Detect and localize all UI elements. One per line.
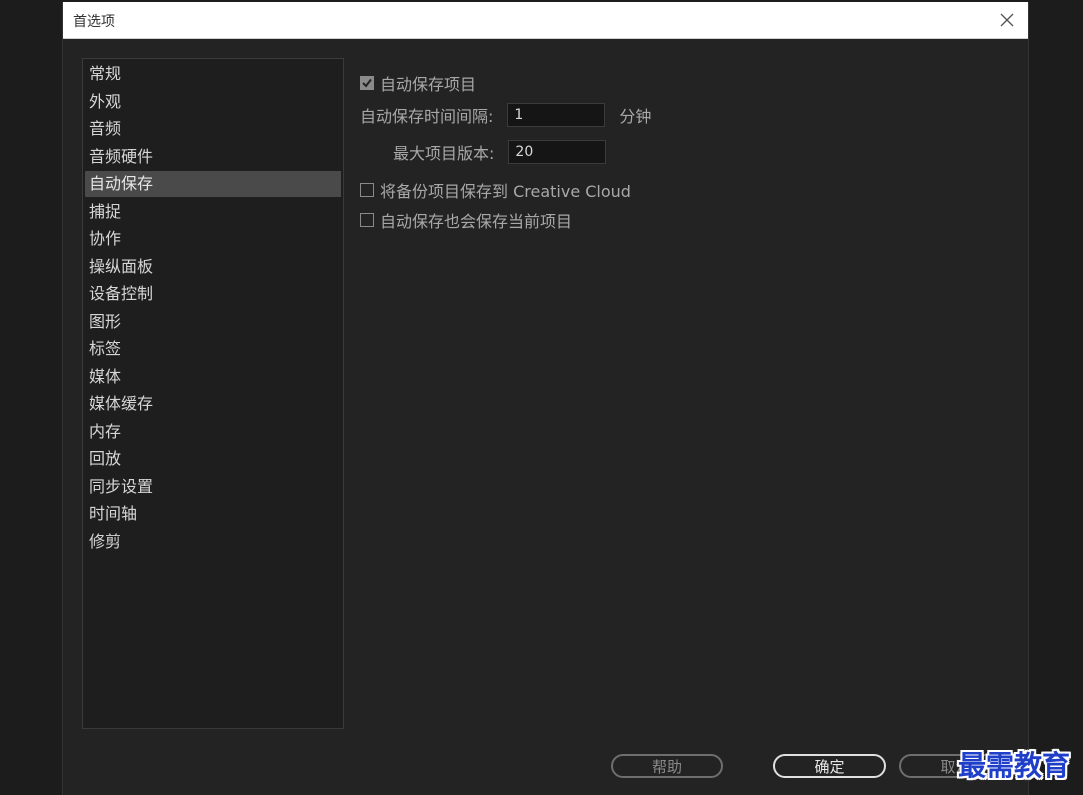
max-versions-row: 最大项目版本: — [393, 140, 607, 164]
sidebar-item-capture[interactable]: 捕捉 — [85, 199, 341, 225]
preferences-dialog: 首选项 常规 外观 音频 音频硬件 自动保存 捕捉 协作 操纵面板 设备控制 图… — [62, 2, 1029, 795]
sidebar-item-labels[interactable]: 标签 — [85, 336, 341, 362]
sidebar-item-graphics[interactable]: 图形 — [85, 309, 341, 335]
sidebar-item-playback[interactable]: 回放 — [85, 446, 341, 472]
sidebar-item-memory[interactable]: 内存 — [85, 419, 341, 445]
sidebar-item-sync-settings[interactable]: 同步设置 — [85, 474, 341, 500]
backup-to-cloud-label: 将备份项目保存到 Creative Cloud — [380, 182, 631, 201]
autosave-projects-label: 自动保存项目 — [380, 75, 477, 94]
save-current-project-checkbox[interactable] — [360, 213, 374, 227]
checkmark-icon — [362, 78, 372, 88]
autosave-settings-panel: 自动保存项目 自动保存时间间隔: 分钟 最大项目版本: 将备份项目保存到 Cre… — [360, 58, 1000, 258]
save-current-project-option: 自动保存也会保存当前项目 — [360, 208, 572, 232]
title-bar: 首选项 — [63, 2, 1028, 39]
ok-button[interactable]: 确定 — [773, 754, 886, 778]
sidebar-item-trim[interactable]: 修剪 — [85, 529, 341, 555]
sidebar-item-media-cache[interactable]: 媒体缓存 — [85, 391, 341, 417]
autosave-projects-option: 自动保存项目 — [360, 71, 476, 95]
max-versions-label: 最大项目版本: — [393, 144, 495, 163]
sidebar-item-media[interactable]: 媒体 — [85, 364, 341, 390]
autosave-interval-input[interactable] — [507, 103, 606, 127]
sidebar-item-audio-hardware[interactable]: 音频硬件 — [85, 144, 341, 170]
close-icon[interactable] — [998, 11, 1016, 29]
sidebar-item-autosave[interactable]: 自动保存 — [85, 171, 341, 197]
sidebar-item-control-surface[interactable]: 操纵面板 — [85, 254, 341, 280]
sidebar-item-general[interactable]: 常规 — [85, 61, 341, 87]
backup-to-cloud-option: 将备份项目保存到 Creative Cloud — [360, 178, 631, 202]
autosave-projects-checkbox[interactable] — [360, 76, 374, 90]
max-versions-input[interactable] — [508, 140, 607, 164]
watermark-logo: 最需教育 — [958, 749, 1071, 782]
preferences-category-list: 常规 外观 音频 音频硬件 自动保存 捕捉 协作 操纵面板 设备控制 图形 标签… — [82, 58, 344, 729]
autosave-interval-unit: 分钟 — [619, 107, 652, 126]
backup-to-cloud-checkbox[interactable] — [360, 183, 374, 197]
autosave-interval-row: 自动保存时间间隔: 分钟 — [360, 103, 651, 127]
sidebar-item-timeline[interactable]: 时间轴 — [85, 501, 341, 527]
sidebar-item-appearance[interactable]: 外观 — [85, 89, 341, 115]
help-button[interactable]: 帮助 — [611, 754, 723, 778]
save-current-project-label: 自动保存也会保存当前项目 — [380, 212, 573, 231]
sidebar-item-device-control[interactable]: 设备控制 — [85, 281, 341, 307]
autosave-interval-label: 自动保存时间间隔: — [360, 107, 494, 126]
dialog-title: 首选项 — [73, 14, 115, 30]
sidebar-item-collaboration[interactable]: 协作 — [85, 226, 341, 252]
sidebar-item-audio[interactable]: 音频 — [85, 116, 341, 142]
